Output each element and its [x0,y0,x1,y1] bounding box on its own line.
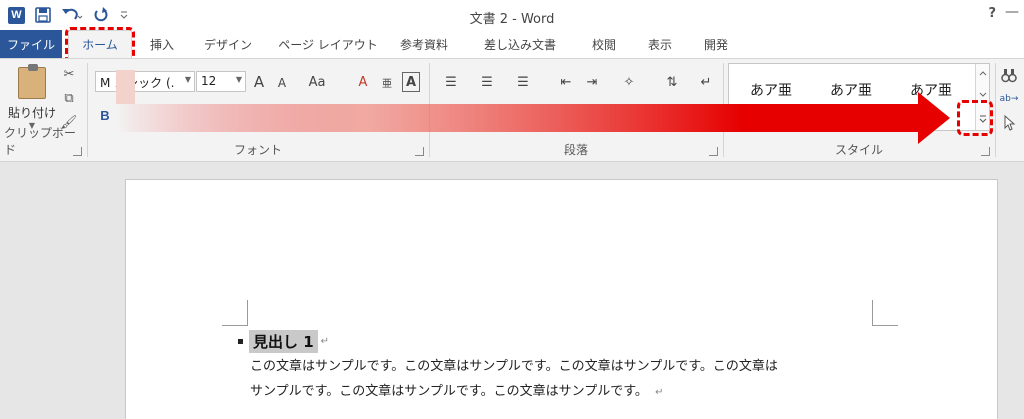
style-item-no-spacing[interactable]: あア亜 [811,80,891,100]
replace-icon[interactable]: ab→ [998,89,1020,109]
heading-bullet-icon [238,339,243,344]
numbering-icon[interactable]: ☰ [474,72,500,92]
font-group-label: フォント [233,143,282,157]
tab-file[interactable]: ファイル [0,30,62,58]
tab-review[interactable]: 校閲 [582,30,626,58]
group-divider [995,63,996,157]
change-case-icon: Aa [308,74,326,90]
chevron-down-icon: ▼ [184,75,191,84]
clipboard-group: 貼り付け ▼ ✂ ⧉ 🖌 クリップボード [0,59,86,161]
paragraph-group-label: 段落 [563,143,588,157]
paragraph-mark: ↵ [655,387,664,398]
bold-button[interactable]: B [96,105,114,125]
phonetic-guide-icon[interactable]: 亜 [378,72,396,92]
grow-font-button[interactable]: A [250,72,268,92]
body-line-2-text: サンプルです。この文章はサンプルです。この文章はサンプルです。 [250,384,648,399]
heading-paragraph[interactable]: 見出し 1 ↵ [238,330,329,353]
show-hide-marks-icon[interactable]: ↵ [696,72,716,92]
ribbon-tab-bar: ファイル ホーム 挿入 デザイン ページ レイアウト 参考資料 差し込み文書 校… [0,30,1024,58]
styles-launcher-icon[interactable] [981,147,990,156]
font-launcher-icon[interactable] [415,147,424,156]
font-size-combobox[interactable]: 12 ▼ [196,71,246,92]
help-button[interactable]: ? [988,6,996,21]
tab-page-layout[interactable]: ページ レイアウト [272,30,384,58]
styles-gallery: あア亜 あア亜 あア亜 [728,63,990,131]
tab-view[interactable]: 表示 [638,30,682,58]
paragraph-launcher-icon[interactable] [709,147,718,156]
cursor-arrow-icon [1004,115,1016,131]
tab-developer[interactable]: 開発 [694,30,738,58]
cut-icon[interactable]: ✂ [60,65,78,83]
window-title: 文書 2 - Word [469,12,555,27]
document-page[interactable]: 見出し 1 ↵ この文章はサンプルです。この文章はサンプルです。この文章はサンプ… [125,179,998,419]
find-icon[interactable] [998,65,1020,85]
select-icon[interactable] [998,113,1020,133]
font-name-value: M ゴシック (. [100,76,175,90]
document-area[interactable]: 見出し 1 ↵ この文章はサンプルです。この文章はサンプルです。この文章はサンプ… [0,163,1024,419]
margin-corner-top-left [222,300,248,326]
tab-insert[interactable]: 挿入 [140,30,184,58]
body-paragraph[interactable]: この文章はサンプルです。この文章はサンプルです。この文章はサンプルです。この文章… [250,354,890,405]
multilevel-list-icon[interactable]: ☰ [510,72,536,92]
tab-design[interactable]: デザイン [196,30,260,58]
tab-references[interactable]: 参考資料 [392,30,456,58]
chevron-down-icon: ▼ [235,75,242,84]
bold-icon: B [100,107,110,123]
asian-layout-icon[interactable]: ✧ [616,72,642,92]
increase-indent-icon[interactable]: ⇥ [582,72,602,92]
more-styles-highlight [957,100,993,136]
paste-icon [18,64,46,99]
binoculars-icon [1001,69,1017,83]
bullets-icon[interactable]: ☰ [438,72,464,92]
title-bar: W 文書 2 - Word ? — [0,0,1024,30]
shrink-font-icon: A [277,76,287,90]
clear-formatting-icon: A [358,74,368,90]
style-item-standard[interactable]: あア亜 [731,80,811,100]
clear-formatting-button[interactable]: A [354,72,372,92]
change-case-button[interactable]: Aa [304,72,330,92]
sort-icon[interactable]: ⇅ [662,72,682,92]
paste-label: 貼り付け [7,106,56,120]
shrink-font-button[interactable]: A [274,73,290,93]
character-border-icon[interactable]: A [402,72,420,92]
margin-corner-top-right [872,300,898,326]
font-name-combobox[interactable]: M ゴシック (. ▼ [95,71,195,92]
chevron-up-icon [979,71,987,76]
heading-1-text: 見出し 1 [249,330,318,353]
body-line-1: この文章はサンプルです。この文章はサンプルです。この文章はサンプルです。この文章… [250,359,778,374]
grow-font-icon: A [253,73,265,91]
font-size-value: 12 [201,74,217,88]
paragraph-mark: ↵ [320,336,330,347]
style-item-heading-1[interactable]: あア亜 [891,80,971,100]
ribbon-display-options-icon[interactable]: — [1005,4,1019,20]
styles-group-label: スタイル [834,143,883,157]
ribbon: 貼り付け ▼ ✂ ⧉ 🖌 クリップボード フォント M ゴシック (. ▼ 12… [0,58,1024,162]
body-line-2: サンプルです。この文章はサンプルです。この文章はサンプルです。 ↵ [250,379,890,405]
tab-mailings[interactable]: 差し込み文書 [474,30,566,58]
clipboard-launcher-icon[interactable] [73,147,82,156]
decrease-indent-icon[interactable]: ⇤ [556,72,576,92]
copy-icon[interactable]: ⧉ [60,89,78,107]
